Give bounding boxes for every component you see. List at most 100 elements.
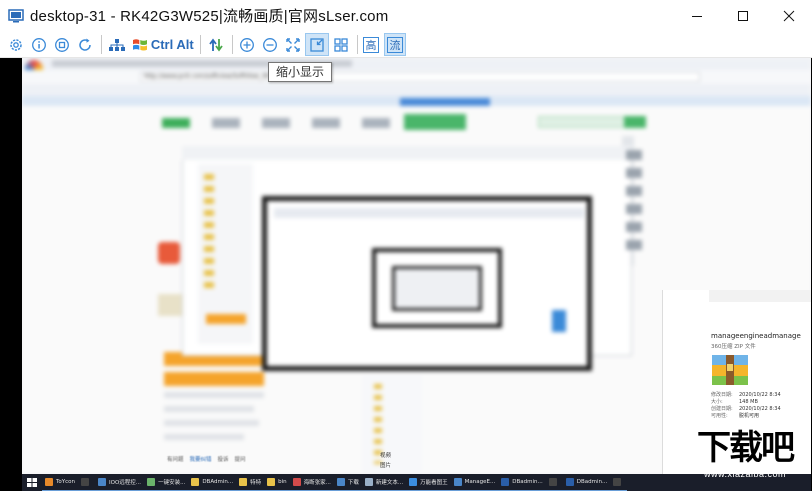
zip-file-icon (712, 355, 748, 385)
refresh-button[interactable] (75, 33, 95, 56)
taskbar-item[interactable]: 下载 (333, 474, 362, 491)
quality-smooth-icon: 流 (387, 36, 403, 53)
taskbar-item-label: 新建文本... (375, 480, 404, 486)
taskbar-item-label: ToYcon (56, 479, 76, 485)
title-bar: desktop-31 - RK42G3W525|流畅画质|官网sLser.com (0, 0, 812, 31)
page-search-box (538, 116, 628, 128)
browser-url: http://www.pc6.com/softview/SoftView_69 (140, 72, 700, 82)
taskbar-item[interactable]: IOO远程控... (95, 474, 145, 491)
maximize-button[interactable] (720, 0, 766, 31)
settings-button[interactable] (6, 33, 26, 56)
page-text-line (164, 406, 254, 412)
remote-desktop-window: desktop-31 - RK42G3W525|流畅画质|官网sLser.com (0, 0, 812, 491)
windows-key-button[interactable] (130, 33, 150, 56)
taskbar-app-icon (501, 478, 510, 486)
taskbar-item[interactable]: 一键安装... (144, 474, 189, 491)
network-button[interactable] (106, 33, 128, 56)
taskbar-item[interactable]: DBadmin... (498, 474, 546, 491)
site-highlight (400, 98, 490, 106)
taskbar-item-label: 一键安装... (158, 480, 186, 486)
minimize-button[interactable] (674, 0, 720, 31)
taskbar-item-label: 海断张家... (303, 480, 331, 486)
shrink-display-button[interactable] (305, 33, 329, 56)
quality-high-icon: 高 (363, 36, 379, 53)
quality-smooth-button[interactable]: 流 (384, 33, 406, 56)
taskbar-item-label: 下载 (347, 480, 359, 486)
info-icon (32, 37, 46, 52)
zoom-in-icon (240, 37, 254, 52)
taskbar-item[interactable]: bin (264, 474, 290, 491)
fit-screen-button[interactable] (283, 33, 303, 56)
app-icon (8, 8, 24, 22)
zoom-out-icon (263, 37, 277, 52)
watermark-url: www.xiazaiba.com (703, 469, 787, 479)
taskbar-app-icon (98, 478, 107, 486)
zoom-in-button[interactable] (237, 33, 257, 56)
page-nav-item (262, 118, 290, 128)
taskbar-item[interactable]: DBAdmin... (188, 474, 237, 491)
windows-key-icon (133, 38, 147, 51)
bookmark-bar (22, 84, 811, 96)
file-label-modified: 修改日期: (711, 392, 733, 398)
close-icon (783, 10, 795, 21)
page-search-button (624, 116, 646, 128)
taskbar-item[interactable]: ToYcon (42, 474, 79, 491)
transfer-button[interactable] (206, 33, 226, 56)
nested-window-header (182, 146, 632, 160)
taskbar-item-label: 特特 (250, 480, 262, 486)
recursive-frame-core (392, 266, 482, 311)
toolbar-divider (101, 35, 102, 54)
taskbar-item[interactable] (610, 474, 628, 491)
close-button[interactable] (766, 0, 812, 31)
file-label-availability: 可用性: (711, 413, 728, 419)
page-download-button (404, 114, 466, 130)
taskbar-app-icon (548, 478, 557, 486)
fullscreen-button[interactable] (331, 33, 351, 56)
info-button[interactable] (29, 33, 49, 56)
taskbar-item[interactable]: 万能看图王 (406, 474, 451, 491)
taskbar-app-icon (191, 478, 200, 486)
nested-orange-tag (206, 314, 246, 324)
watermark-title: 下载吧 (697, 428, 795, 468)
transfer-icon (209, 38, 223, 51)
status-label: 有问题 (167, 457, 184, 463)
alt-key-button[interactable]: Alt (175, 33, 195, 56)
taskbar-item[interactable] (78, 474, 96, 491)
taskbar-app-icon (81, 478, 90, 486)
tooltip: 缩小显示 (268, 62, 333, 82)
folder-item-videos: 视频 (380, 453, 392, 459)
taskbar-item[interactable] (545, 474, 563, 491)
status-link-report: 我要纠错 (189, 457, 212, 463)
network-icon (109, 38, 125, 51)
fit-screen-icon (286, 37, 300, 52)
page-nav-item (312, 118, 340, 128)
zoom-out-button[interactable] (260, 33, 280, 56)
quality-high-button[interactable]: 高 (361, 33, 381, 56)
taskbar-item-label: bin (278, 479, 287, 485)
taskbar-app-icon (565, 478, 574, 486)
watermark: 下载吧 www.xiazaiba.com (680, 427, 810, 487)
folder-item-pictures: 图片 (380, 463, 392, 469)
file-availability: 脱机可用 (739, 413, 760, 419)
page-text-line (164, 420, 259, 426)
taskbar-item[interactable]: ManageE... (450, 474, 499, 491)
stop-button[interactable] (52, 33, 72, 56)
taskbar-app-icon (45, 478, 53, 486)
taskbar-item[interactable]: DBadmin... (562, 474, 611, 491)
recursive-icon (552, 310, 566, 332)
ctrl-key-button[interactable]: Ctrl (151, 33, 173, 56)
status-link-ask: 提问 (234, 457, 246, 463)
taskbar-items: ToYcon IOO远程控... 一键安装... DBAdmin... 特特 bin 海断张… (42, 474, 628, 491)
taskbar-item[interactable]: 特特 (236, 474, 265, 491)
taskbar-item-label: DBadmin... (576, 479, 608, 485)
taskbar-item[interactable]: 新建文本... (361, 474, 407, 491)
file-label-created: 创建日期: (711, 406, 733, 412)
page-status-links: 有问题 我要纠错 投诉 提问 (167, 455, 246, 463)
taskbar-item[interactable]: 海断张家... (289, 474, 334, 491)
taskbar-app-icon (613, 478, 622, 486)
page-nav-item (162, 118, 190, 128)
taskbar-app-icon (453, 478, 462, 486)
taskbar-item-label: DBAdmin... (202, 479, 234, 485)
file-date-modified: 2020/10/22 8:34 (739, 392, 781, 398)
file-type: 360压缩 ZIP 文件 (711, 344, 756, 350)
